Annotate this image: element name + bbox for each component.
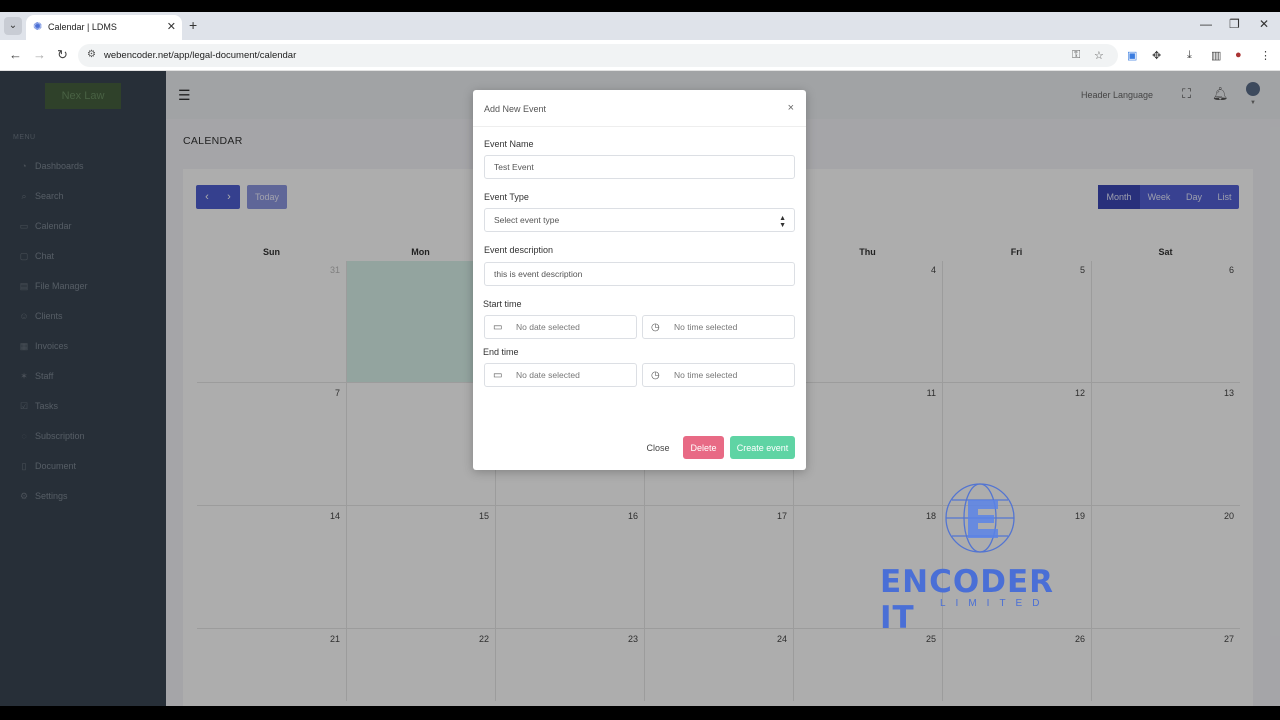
event-description-value: this is event description	[494, 269, 583, 279]
start-time-picker[interactable]: ◷ No time selected	[642, 315, 795, 339]
screen: ⌄ ✺ Calendar | LDMS ✕ + — ❐ ✕ ← → ↻ ⚙ we…	[0, 0, 1280, 720]
start-time-text: No time selected	[674, 322, 738, 332]
window-close-icon[interactable]: ✕	[1259, 17, 1269, 31]
create-event-button[interactable]: Create event	[730, 436, 795, 459]
delete-button[interactable]: Delete	[683, 436, 724, 459]
calendar-icon: ▭	[493, 321, 503, 333]
tab-title: Calendar | LDMS	[48, 22, 117, 32]
back-icon[interactable]: ←	[9, 47, 22, 62]
event-description-label: Event description	[484, 245, 554, 255]
event-name-value: Test Event	[494, 162, 534, 172]
tab-search-icon[interactable]: ⌄	[4, 17, 22, 35]
minimize-icon[interactable]: —	[1200, 17, 1212, 31]
browser-toolbar: ← → ↻ ⚙ webencoder.net/app/legal-documen…	[0, 40, 1280, 71]
browser-tab[interactable]: ✺ Calendar | LDMS ✕	[26, 15, 182, 40]
end-time-label: End time	[483, 347, 519, 357]
start-date-text: No date selected	[516, 322, 580, 332]
add-event-modal: Add New Event × Event Name Test Event Ev…	[473, 90, 806, 470]
calendar-icon: ▭	[493, 369, 503, 381]
restore-icon[interactable]: ❐	[1229, 17, 1240, 31]
browser-menu-icon[interactable]: ⋮	[1260, 49, 1271, 62]
end-time-text: No time selected	[674, 370, 738, 380]
extensions-puzzle-icon[interactable]: ✥	[1152, 49, 1161, 62]
encoder-it-watermark: ENCODER IT LIMITED	[880, 478, 1090, 636]
download-icon[interactable]: ⤓	[1187, 49, 1192, 62]
event-type-label: Event Type	[484, 192, 529, 202]
favicon-icon: ✺	[33, 21, 43, 33]
bookmark-star-icon[interactable]: ☆	[1094, 49, 1104, 62]
start-time-label: Start time	[483, 299, 522, 309]
site-info-icon[interactable]: ⚙	[87, 49, 96, 60]
address-bar[interactable]: ⚙ webencoder.net/app/legal-document/cale…	[78, 44, 1118, 67]
event-name-label: Event Name	[484, 139, 534, 149]
tab-close-icon[interactable]: ✕	[167, 20, 176, 33]
modal-divider	[473, 126, 806, 127]
select-caret-icon: ▲ ▼	[779, 215, 786, 229]
start-date-picker[interactable]: ▭ No date selected	[484, 315, 637, 339]
close-button[interactable]: Close	[641, 436, 675, 459]
forward-icon[interactable]: →	[33, 47, 46, 62]
modal-close-icon[interactable]: ×	[788, 102, 794, 114]
key-icon[interactable]: ⚿	[1072, 49, 1080, 62]
modal-title: Add New Event	[484, 104, 547, 114]
clock-icon: ◷	[651, 321, 660, 333]
end-date-picker[interactable]: ▭ No date selected	[484, 363, 637, 387]
event-name-input[interactable]: Test Event	[484, 155, 795, 179]
clock-icon: ◷	[651, 369, 660, 381]
end-date-text: No date selected	[516, 370, 580, 380]
profile-icon[interactable]: ●	[1235, 49, 1242, 61]
extension-icon[interactable]: ▣	[1127, 49, 1137, 62]
end-time-picker[interactable]: ◷ No time selected	[642, 363, 795, 387]
event-description-input[interactable]: this is event description	[484, 262, 795, 286]
event-type-value: Select event type	[494, 215, 560, 225]
url-text: webencoder.net/app/legal-document/calend…	[104, 50, 297, 61]
globe-logo-icon	[945, 483, 1015, 553]
side-panel-icon[interactable]: ▥	[1211, 49, 1221, 62]
event-type-select[interactable]: Select event type ▲ ▼	[484, 208, 795, 232]
watermark-subtitle: LIMITED	[940, 598, 1050, 609]
browser-tabstrip: ⌄ ✺ Calendar | LDMS ✕ + — ❐ ✕	[0, 12, 1280, 40]
reload-icon[interactable]: ↻	[57, 47, 68, 63]
new-tab-icon[interactable]: +	[189, 17, 197, 33]
